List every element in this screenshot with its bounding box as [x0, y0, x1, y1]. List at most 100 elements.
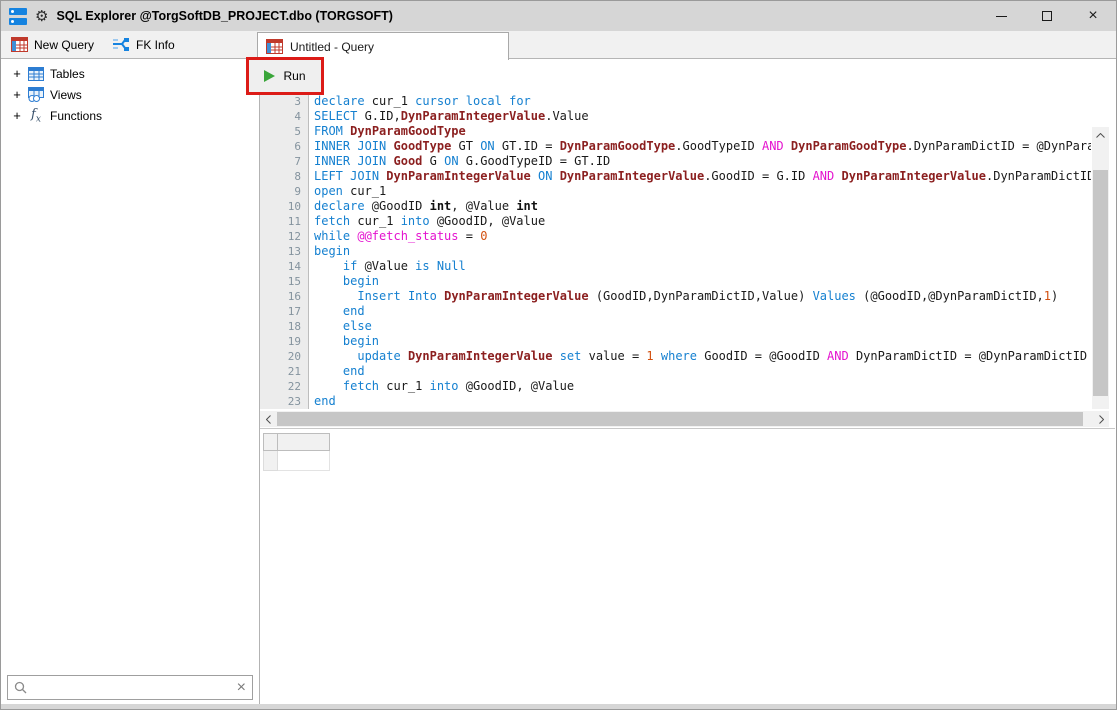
code-line: while @@fetch_status = 0: [314, 229, 1091, 244]
object-explorer-sidebar: + Tables + Views: [2, 59, 259, 704]
line-number: 19: [260, 334, 301, 349]
results-pane: [260, 428, 1115, 704]
scroll-right-arrow-icon[interactable]: [1093, 411, 1109, 427]
code-line: begin: [314, 274, 1091, 289]
gear-icon[interactable]: ⚙: [35, 9, 48, 24]
line-number: 13: [260, 244, 301, 259]
line-number: 5: [260, 124, 301, 139]
play-icon: [264, 70, 275, 82]
expand-icon[interactable]: +: [12, 88, 22, 101]
sidebar-search-box: ×: [7, 675, 253, 700]
table-row: [264, 451, 330, 471]
line-number: 22: [260, 379, 301, 394]
grid-column-header[interactable]: [278, 434, 330, 451]
line-number: 4: [260, 109, 301, 124]
tree-item-functions[interactable]: + fx Functions: [2, 105, 259, 126]
results-grid: [263, 433, 330, 471]
line-number: 12: [260, 229, 301, 244]
code-line: INNER JOIN Good G ON G.GoodTypeID = GT.I…: [314, 154, 1091, 169]
code-line: if @Value is Null: [314, 259, 1091, 274]
tree-item-label: Views: [50, 88, 82, 102]
search-clear-icon[interactable]: ×: [237, 680, 246, 696]
code-line: fetch cur_1 into @GoodID, @Value: [314, 214, 1091, 229]
new-query-table-icon: [11, 37, 28, 52]
line-number: 3: [260, 94, 301, 109]
new-query-button[interactable]: New Query: [5, 31, 100, 58]
expand-icon[interactable]: +: [12, 67, 22, 80]
horizontal-scrollbar[interactable]: [260, 411, 1109, 427]
line-number: 17: [260, 304, 301, 319]
line-number: 11: [260, 214, 301, 229]
code-line: declare @GoodID int, @Value int: [314, 199, 1091, 214]
code-line: update DynParamIntegerValue set value = …: [314, 349, 1091, 364]
line-number: 21: [260, 364, 301, 379]
code-lines[interactable]: declare cur_1 cursor local forSELECT G.I…: [310, 93, 1091, 409]
search-icon: [14, 681, 27, 694]
code-line: SELECT G.ID,DynParamIntegerValue.Value: [314, 109, 1091, 124]
line-number: 18: [260, 319, 301, 334]
code-line: Insert Into DynParamIntegerValue (GoodID…: [314, 289, 1091, 304]
grid-corner-cell[interactable]: [264, 434, 278, 451]
fk-info-label: FK Info: [136, 38, 175, 52]
table-icon: [28, 67, 44, 81]
code-line: open cur_1: [314, 184, 1091, 199]
tree-item-views[interactable]: + Views: [2, 84, 259, 105]
scroll-up-arrow-icon[interactable]: [1092, 127, 1109, 143]
run-button[interactable]: Run: [249, 60, 321, 92]
line-number: 16: [260, 289, 301, 304]
code-line: else: [314, 319, 1091, 334]
tree-item-tables[interactable]: + Tables: [2, 63, 259, 84]
new-query-label: New Query: [34, 38, 94, 52]
sql-editor[interactable]: 34567891011121314151617181920212223 decl…: [260, 93, 1115, 409]
vertical-scroll-thumb[interactable]: [1093, 170, 1108, 396]
tree-item-label: Tables: [50, 67, 85, 81]
query-tab-icon: [266, 39, 283, 54]
grid-row-header[interactable]: [264, 451, 278, 471]
line-number: 15: [260, 274, 301, 289]
code-line: LEFT JOIN DynParamIntegerValue ON DynPar…: [314, 169, 1091, 184]
search-input[interactable]: [33, 681, 231, 695]
code-line: declare cur_1 cursor local for: [314, 94, 1091, 109]
window-frame-bottom: [1, 704, 1116, 709]
line-number: 7: [260, 154, 301, 169]
tree-item-label: Functions: [50, 109, 102, 123]
view-icon: [28, 87, 44, 102]
grid-cell[interactable]: [278, 451, 330, 471]
close-button[interactable]: ×: [1070, 1, 1116, 31]
line-number: 10: [260, 199, 301, 214]
code-line: begin: [314, 334, 1091, 349]
line-number: 6: [260, 139, 301, 154]
maximize-button[interactable]: [1024, 1, 1070, 31]
title-bar: ⚙ SQL Explorer @TorgSoftDB_PROJECT.dbo (…: [1, 1, 1116, 31]
code-line: fetch cur_1 into @GoodID, @Value: [314, 379, 1091, 394]
line-number: 23: [260, 394, 301, 409]
fk-info-icon: [112, 37, 130, 52]
line-number: 14: [260, 259, 301, 274]
function-icon: fx: [28, 107, 44, 125]
expand-icon[interactable]: +: [12, 109, 22, 122]
tab-bar: New Query FK Info Untitled - Query: [1, 31, 1116, 59]
vertical-scrollbar[interactable]: [1092, 127, 1109, 409]
app-icon: [9, 8, 27, 25]
app-window: ⚙ SQL Explorer @TorgSoftDB_PROJECT.dbo (…: [0, 0, 1117, 710]
horizontal-scroll-thumb[interactable]: [277, 412, 1083, 426]
run-label: Run: [283, 69, 305, 83]
tab-label: Untitled - Query: [290, 40, 374, 54]
close-icon: ×: [1088, 8, 1097, 24]
code-line: INNER JOIN GoodType GT ON GT.ID = DynPar…: [314, 139, 1091, 154]
minimize-button[interactable]: [978, 1, 1024, 31]
code-line: end: [314, 394, 1091, 409]
code-line: end: [314, 364, 1091, 379]
gutter: 34567891011121314151617181920212223: [260, 93, 309, 409]
maximize-icon: [1042, 11, 1052, 21]
tab-untitled-query[interactable]: Untitled - Query: [257, 32, 509, 60]
scroll-left-arrow-icon[interactable]: [260, 411, 276, 427]
code-line: FROM DynParamGoodType: [314, 124, 1091, 139]
line-number: 8: [260, 169, 301, 184]
window-title: SQL Explorer @TorgSoftDB_PROJECT.dbo (TO…: [56, 9, 393, 23]
fk-info-button[interactable]: FK Info: [106, 31, 181, 58]
code-line: end: [314, 304, 1091, 319]
line-number: 9: [260, 184, 301, 199]
code-line: begin: [314, 244, 1091, 259]
object-tree: + Tables + Views: [2, 59, 259, 126]
